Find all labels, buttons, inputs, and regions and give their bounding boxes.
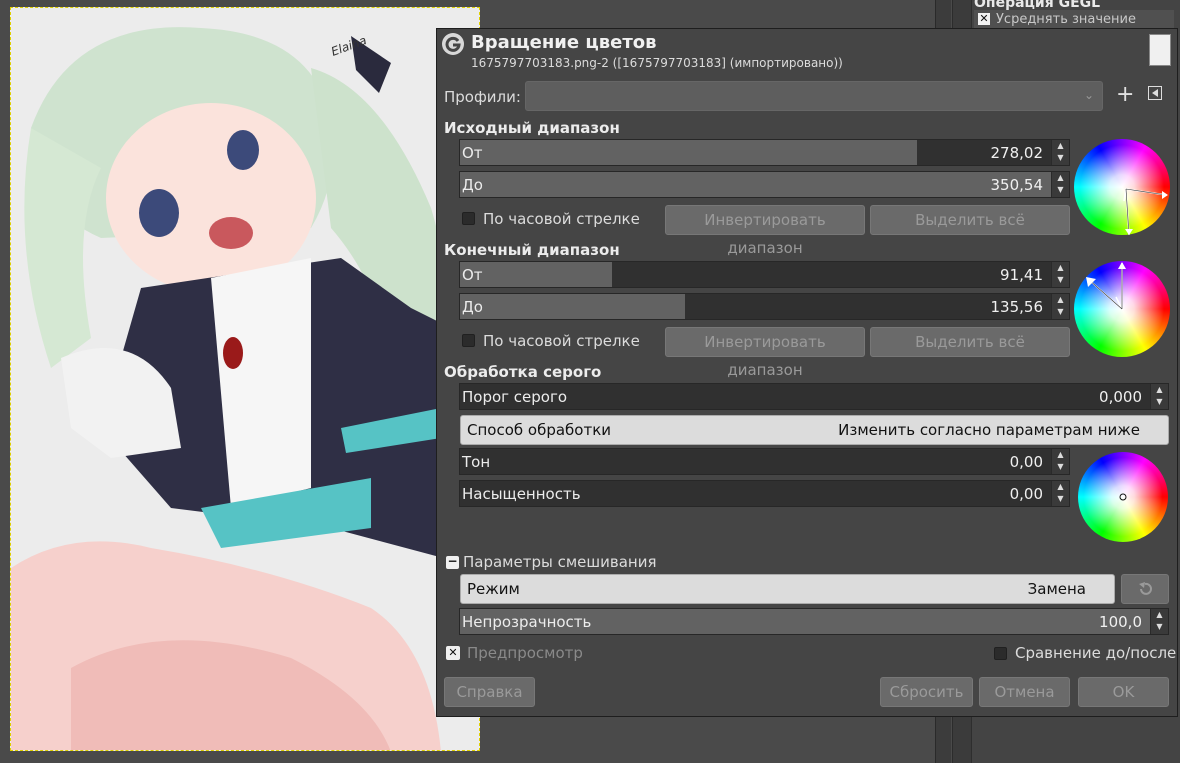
spin-arrows-icon[interactable]: ▲ ▼	[1051, 294, 1069, 319]
dock-option-row[interactable]: ✕ Усреднять значение	[974, 10, 1174, 28]
slider-value: 135,56	[990, 298, 1044, 316]
spin-arrows-icon[interactable]: ▲ ▼	[1150, 384, 1168, 409]
spin-arrows-icon[interactable]: ▲ ▼	[1051, 449, 1069, 474]
compare-label: Сравнение до/после	[1015, 644, 1177, 662]
source-clockwise-label: По часовой стрелке	[483, 210, 640, 228]
dest-clockwise-label: По часовой стрелке	[483, 332, 640, 350]
dialog-title: Вращение цветов	[471, 32, 657, 53]
compare-checkbox[interactable]	[994, 647, 1007, 660]
spin-arrows-icon[interactable]: ▲ ▼	[1051, 262, 1069, 287]
slider-value: 100,0	[1099, 613, 1142, 631]
undo-icon	[1139, 582, 1152, 595]
source-clockwise-checkbox[interactable]	[462, 212, 475, 225]
slider-fill	[460, 172, 1051, 197]
gray-heading: Обработка серого	[444, 363, 602, 381]
source-to-slider[interactable]: До 350,54 ▲ ▼	[459, 171, 1070, 198]
preset-menu-icon[interactable]	[1146, 86, 1164, 104]
spin-arrows-icon[interactable]: ▲ ▼	[1051, 140, 1069, 165]
spin-arrows-icon[interactable]: ▲ ▼	[1051, 172, 1069, 197]
source-hue-wheel[interactable]	[1074, 139, 1170, 235]
slider-label: Порог серого	[462, 388, 568, 406]
slider-value: 0,000	[1099, 388, 1142, 406]
source-select-all-button[interactable]: Выделить всё	[870, 205, 1070, 235]
profiles-label: Профили:	[444, 88, 521, 106]
image-canvas[interactable]: Elaina	[10, 7, 480, 751]
slider-value: 0,00	[1009, 485, 1043, 503]
gray-mode-value: Изменить согласно параметрам ниже	[838, 421, 1140, 439]
dest-hue-wheel[interactable]	[1074, 261, 1170, 357]
slider-label: До	[462, 176, 483, 194]
dest-clockwise-checkbox[interactable]	[462, 334, 475, 347]
reset-button[interactable]: Сбросить	[880, 677, 973, 707]
blend-mode-value: Замена	[1027, 580, 1086, 598]
preview-checkbox[interactable]: ✕	[446, 646, 460, 660]
opacity-slider[interactable]: Непрозрачность 100,0 ▲ ▼	[459, 608, 1169, 635]
color-rotate-dialog: Вращение цветов 1675797703183.png-2 ([16…	[436, 28, 1178, 717]
dialog-subtitle: 1675797703183.png-2 ([1675797703183] (им…	[471, 56, 843, 70]
saturation-slider[interactable]: Насыщенность 0,00 ▲ ▼	[459, 480, 1070, 507]
source-range-heading: Исходный диапазон	[444, 119, 620, 137]
dest-invert-button[interactable]: Инвертировать диапазон	[665, 327, 865, 379]
collapse-icon[interactable]: −	[446, 555, 459, 569]
gray-mode-label: Способ обработки	[467, 421, 612, 439]
anime-artwork: Elaina	[11, 8, 479, 750]
preview-label: Предпросмотр	[467, 644, 583, 662]
cancel-button[interactable]: Отмена	[979, 677, 1070, 707]
reset-blend-button[interactable]	[1121, 574, 1169, 604]
hue-slider[interactable]: Тон 0,00 ▲ ▼	[459, 448, 1070, 475]
dest-select-all-button[interactable]: Выделить всё	[870, 327, 1070, 357]
blend-mode-label: Режим	[467, 580, 520, 598]
slider-label: Непрозрачность	[462, 613, 592, 631]
help-button[interactable]: Справка	[444, 677, 535, 707]
source-from-slider[interactable]: От 278,02 ▲ ▼	[459, 139, 1070, 166]
profiles-combobox[interactable]: ⌄	[525, 81, 1103, 111]
chevron-down-icon: ⌄	[1083, 88, 1094, 102]
slider-label: До	[462, 298, 483, 316]
slider-value: 91,41	[1000, 266, 1043, 284]
slider-fill	[460, 140, 917, 165]
dock-option-label: Усреднять значение	[996, 12, 1136, 27]
source-invert-button[interactable]: Инвертировать диапазон	[665, 205, 865, 257]
slider-value: 0,00	[1009, 453, 1043, 471]
dest-range-heading: Конечный диапазон	[444, 241, 620, 259]
ok-button[interactable]: OK	[1078, 677, 1169, 707]
add-preset-icon[interactable]: +	[1116, 84, 1134, 106]
spin-arrows-icon[interactable]: ▲ ▼	[1051, 481, 1069, 506]
gray-threshold-slider[interactable]: Порог серого 0,000 ▲ ▼	[459, 383, 1169, 410]
checkbox-checked-icon[interactable]: ✕	[978, 13, 990, 25]
slider-label: От	[462, 144, 483, 162]
slider-value: 278,02	[990, 144, 1044, 162]
dest-to-slider[interactable]: До 135,56 ▲ ▼	[459, 293, 1070, 320]
slider-label: От	[462, 266, 483, 284]
blend-mode-combo[interactable]: Режим Замена	[460, 574, 1115, 604]
slider-label: Тон	[462, 453, 491, 471]
slider-value: 350,54	[990, 176, 1044, 194]
spin-arrows-icon[interactable]: ▲ ▼	[1150, 609, 1168, 634]
blend-heading: Параметры смешивания	[463, 553, 657, 571]
gimp-logo-icon	[442, 33, 464, 55]
gray-mode-combo[interactable]: Способ обработки Изменить согласно парам…	[460, 415, 1169, 445]
slider-label: Насыщенность	[462, 485, 581, 503]
dest-from-slider[interactable]: От 91,41 ▲ ▼	[459, 261, 1070, 288]
gray-hue-wheel[interactable]	[1078, 452, 1168, 542]
image-thumbnail	[1149, 34, 1171, 66]
slider-fill	[460, 294, 686, 319]
